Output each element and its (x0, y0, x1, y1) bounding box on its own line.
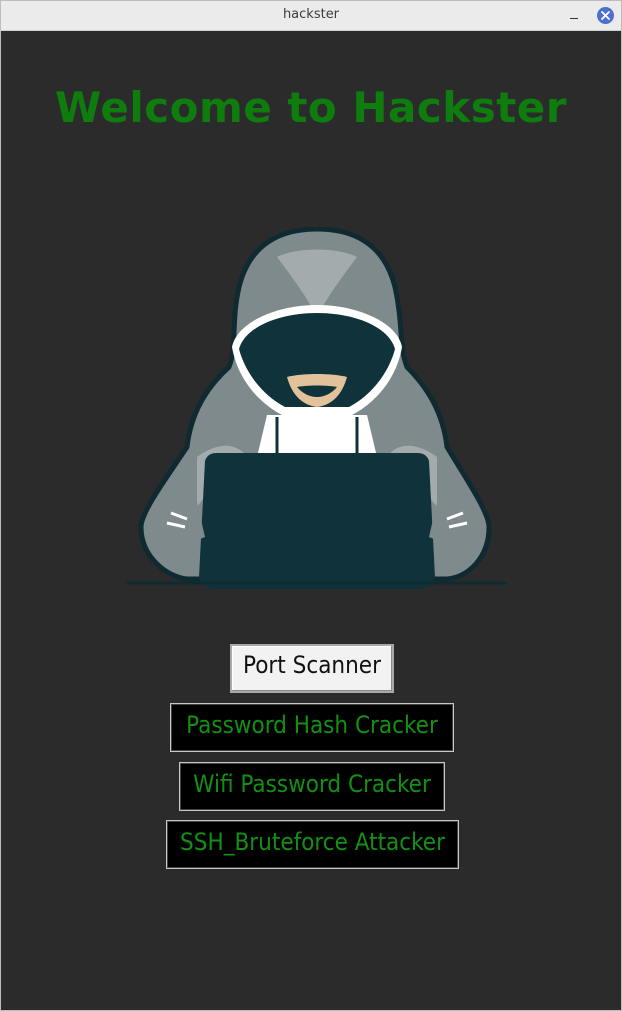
wifi-password-cracker-button[interactable]: Wifi Password Cracker (179, 762, 445, 811)
close-button[interactable] (597, 7, 614, 24)
port-scanner-button[interactable]: Port Scanner (230, 644, 394, 693)
title-bar[interactable]: hackster (1, 1, 621, 31)
password-hash-cracker-button[interactable]: Password Hash Cracker (170, 703, 454, 752)
hooded-hacker-icon (127, 227, 507, 589)
welcome-heading: Welcome to Hackster (55, 83, 567, 132)
window-title: hackster (282, 7, 340, 22)
minimize-button[interactable] (567, 7, 583, 23)
close-icon (601, 11, 610, 20)
app-window: hackster Welcome to Hackster Port Scanne… (0, 0, 622, 1011)
main-content: Welcome to Hackster Port Scanner Passwor… (1, 31, 621, 1010)
ssh-bruteforce-attacker-button[interactable]: SSH_Bruteforce Attacker (166, 820, 459, 869)
